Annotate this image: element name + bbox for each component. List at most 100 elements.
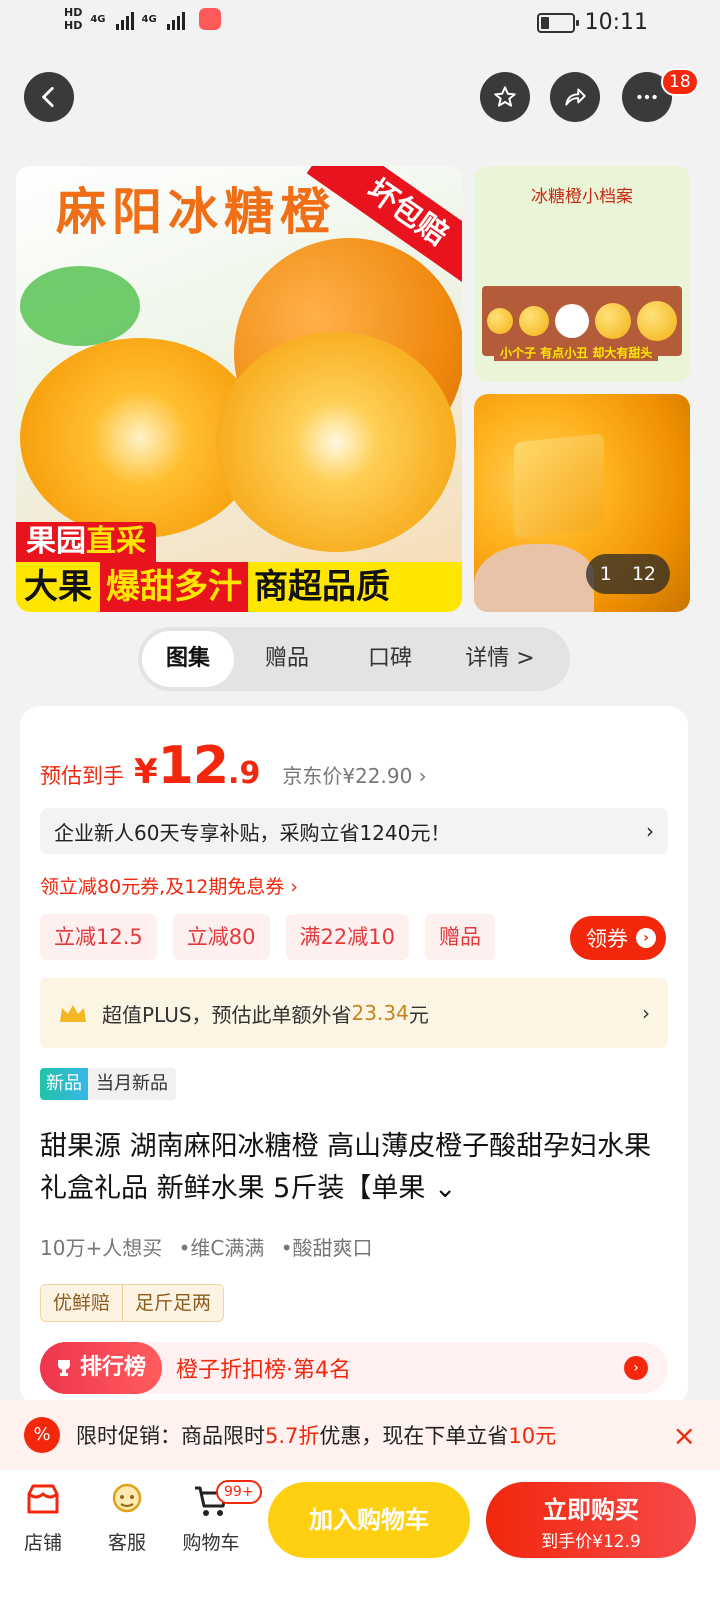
price-integer: 12 (157, 736, 229, 796)
banner-text-c: 商超品质 (248, 562, 462, 612)
stat-taste: •酸甜爽口 (280, 1236, 373, 1260)
tab-details[interactable]: 详情 > (440, 631, 560, 687)
promo-prefix: 限时促销：商品限时 (76, 1424, 265, 1448)
new-label: 当月新品 (96, 1073, 168, 1094)
discount-chips: 立减12.5 立减80 满22减10 赠品 (40, 914, 495, 960)
image-tag: 果园直采 (16, 522, 156, 562)
image-tag-highlight: 直采 (86, 524, 146, 559)
customer-service-button[interactable]: 客服 (92, 1478, 162, 1555)
new-badge: 新品 (40, 1068, 88, 1100)
hd2-label: HD (64, 19, 83, 32)
chevron-right-icon: › (646, 819, 654, 843)
favorite-button[interactable] (480, 72, 530, 122)
image-bottom-banner: 大果 爆甜多汁 商超品质 (16, 562, 462, 612)
gallery-tabs: 图集 赠品 口碑 详情 > (138, 627, 570, 691)
image-pager: 1 12 (585, 554, 670, 594)
price-decimal: .9 (228, 756, 261, 791)
back-arrow-icon (42, 86, 54, 108)
cart-label: 购物车 (182, 1532, 240, 1554)
discount-chip[interactable]: 立减12.5 (40, 914, 157, 960)
hd1-label: HD (64, 6, 83, 19)
buy-now-label: 立即购买 (543, 1496, 639, 1524)
tab-reviews[interactable]: 口碑 (340, 631, 440, 687)
ranking-banner[interactable]: 排行榜 橙子折扣榜·第4名 › (40, 1342, 668, 1394)
price-label: 预估到手 (40, 764, 124, 788)
product-title[interactable]: 甜果源 湖南麻阳冰糖橙 高山薄皮橙子酸甜孕妇水果礼盒礼品 新鲜水果 5斤装【单果… (40, 1126, 668, 1210)
image-tag-prefix: 果园 (26, 524, 86, 559)
plus-savings-banner[interactable]: 超值PLUS，预估此单额外省 23.34 元 › (40, 978, 668, 1048)
back-button[interactable] (24, 72, 74, 122)
tab-gallery[interactable]: 图集 (142, 631, 234, 687)
stat-vitamin: •维C满满 (178, 1236, 265, 1260)
banner-text-b: 爆甜多汁 (100, 562, 248, 612)
cart-count-badge: 99+ (216, 1480, 262, 1504)
buy-now-button[interactable]: 立即购买 到手价¥12.9 (486, 1482, 696, 1558)
trophy-icon (58, 1360, 70, 1376)
ranking-text: 橙子折扣榜·第4名 (176, 1358, 352, 1383)
discount-chip[interactable]: 立减80 (172, 914, 270, 960)
service-label: 客服 (107, 1532, 146, 1554)
shop-label: 店铺 (23, 1532, 62, 1554)
side-image-info[interactable]: 冰糖橙小档案 小个子 有点小丑 却大有甜头 (474, 166, 690, 382)
leaf-decoration (20, 266, 140, 346)
main-product-image[interactable]: 麻阳冰糖橙 坏包赔 果园直采 大果 爆甜多汁 商超品质 (16, 166, 462, 612)
price-row: 预估到手 ¥ 12 .9 京东价¥22.90 › (40, 736, 427, 796)
customer-service-icon (112, 1483, 142, 1513)
buy-now-price: 到手价¥12.9 (541, 1532, 641, 1552)
jd-price-link[interactable]: 京东价¥22.90 › (282, 760, 426, 789)
gift-chip[interactable]: 赠品 (424, 914, 495, 960)
stat-want: 10万+人想买 (40, 1236, 163, 1260)
orange-cube-image (514, 433, 604, 539)
image-title: 麻阳冰糖橙 (56, 183, 336, 241)
share-icon (565, 88, 586, 106)
hd-indicator: HD HD (64, 6, 82, 32)
side-image-title: 冰糖橙小档案 (531, 187, 633, 207)
star-icon (494, 86, 516, 107)
add-to-cart-button[interactable]: 加入购物车 (268, 1482, 470, 1558)
more-icon (637, 94, 657, 100)
status-bar: HD HD 4G 4G 10:11 (0, 0, 720, 50)
notification-badge: 18 (661, 68, 699, 96)
subsidy-text: 企业新人60天专享补贴，采购立省1240元！ (54, 820, 451, 845)
share-button[interactable] (550, 72, 600, 122)
banner-text-a: 大果 (16, 562, 100, 612)
net1-label: 4G (90, 13, 106, 25)
product-info-card: 预估到手 ¥ 12 .9 京东价¥22.90 › 企业新人60天专享补贴，采购立… (20, 706, 688, 1406)
hand-image (474, 544, 594, 612)
promo-discount: 5.7折 (265, 1424, 320, 1448)
promotion-bar[interactable]: % 限时促销：商品限时 5.7折 优惠，现在下单立省 10元 × (0, 1400, 720, 1470)
status-left: HD HD 4G 4G (64, 6, 221, 32)
chevron-right-icon: › (642, 1001, 650, 1025)
get-coupon-button[interactable]: 领券 › (570, 916, 666, 960)
orange-half-image (216, 332, 456, 552)
signal-icon (115, 8, 134, 30)
status-right: 10:11 (536, 10, 648, 35)
service-tag: 优鲜赔 (53, 1292, 111, 1314)
side-image-caption: 小个子 有点小丑 却大有甜头 (494, 344, 659, 361)
get-coupon-label: 领券 (586, 927, 628, 951)
tab-gifts[interactable]: 赠品 (234, 631, 340, 687)
signal-icon (166, 8, 185, 30)
shop-icon (27, 1484, 59, 1514)
price-symbol: ¥ (134, 752, 158, 792)
percent-icon: % (24, 1417, 60, 1453)
service-tag: 足斤足两 (122, 1285, 223, 1321)
promo-saving: 10元 (508, 1424, 557, 1448)
promo-middle: 优惠，现在下单立省 (319, 1424, 509, 1448)
shop-button[interactable]: 店铺 (8, 1478, 78, 1555)
service-tags[interactable]: 优鲜赔 足斤足两 (40, 1284, 225, 1322)
net2-label: 4G (141, 13, 157, 25)
bottom-action-bar: 店铺 客服 购物车 99+ 加入购物车 立即购买 到手价¥12.9 (0, 1470, 720, 1600)
subsidy-notice[interactable]: 企业新人60天专享补贴，采购立省1240元！ › (40, 808, 668, 854)
cart-button[interactable]: 购物车 99+ (176, 1478, 262, 1555)
discount-chip[interactable]: 满22减10 (285, 914, 409, 960)
page-total: 12 (631, 563, 656, 585)
coupon-link[interactable]: 领立减80元券,及12期免息券 › (40, 872, 298, 899)
clock: 10:11 (584, 10, 648, 35)
side-image-detail[interactable]: 1 12 (474, 394, 690, 612)
battery-icon (536, 12, 579, 33)
chevron-right-icon: › (636, 928, 656, 948)
plus-amount: 23.34 (351, 1001, 409, 1025)
close-icon[interactable]: × (673, 1419, 696, 1452)
ranking-badge-label: 排行榜 (80, 1355, 147, 1380)
